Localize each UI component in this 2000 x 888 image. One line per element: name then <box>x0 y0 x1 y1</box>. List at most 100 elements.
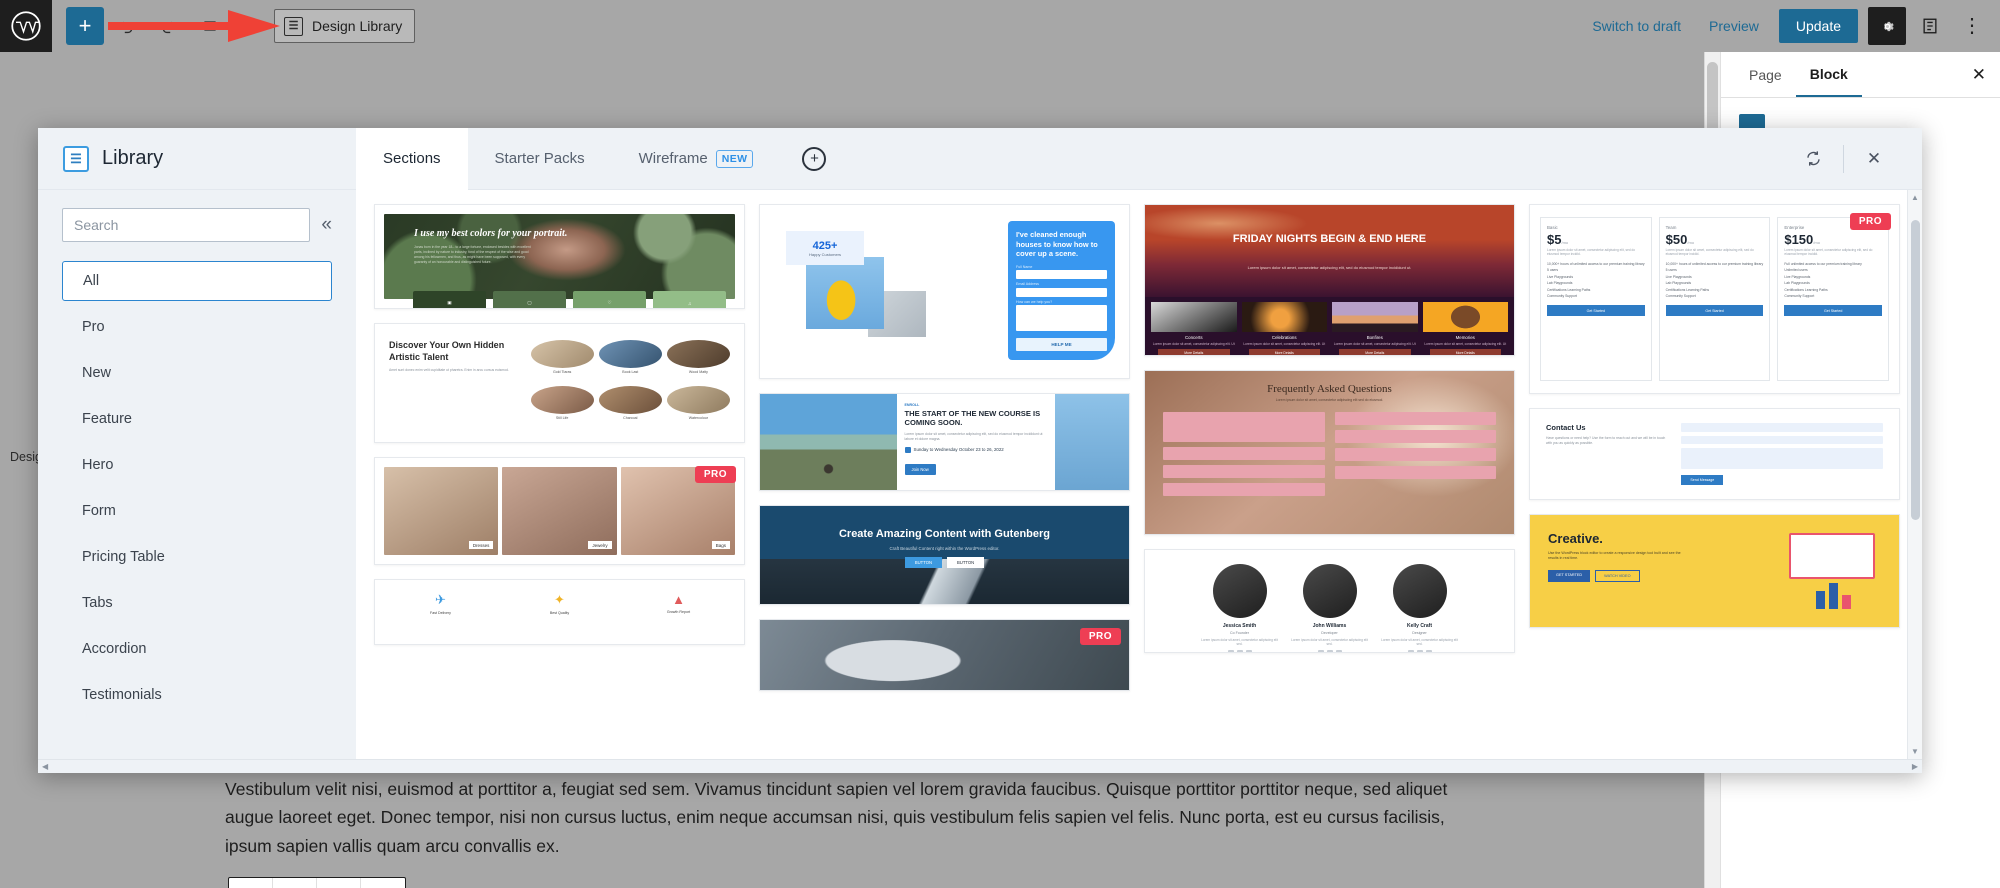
library-vertical-scrollbar[interactable]: ▲ ▼ <box>1907 190 1922 759</box>
sidebar-item-pro[interactable]: Pro <box>62 307 332 347</box>
faq-item[interactable] <box>1334 412 1496 425</box>
modal-close-icon[interactable]: ✕ <box>1852 137 1896 181</box>
block-more-options-icon[interactable] <box>361 878 405 888</box>
card-artistic-talent[interactable]: Discover Your Own Hidden Artistic Talent… <box>374 323 745 443</box>
search-input[interactable] <box>62 208 311 242</box>
social-icon[interactable] <box>1236 650 1243 652</box>
add-tab-plus-icon[interactable]: + <box>802 146 827 171</box>
scroll-up-arrow[interactable]: ▲ <box>1908 193 1922 202</box>
preview-button[interactable]: Preview <box>1695 10 1773 42</box>
card-faq[interactable]: Frequently Asked Questions Lorem ipsum d… <box>1144 370 1515 535</box>
faq-item[interactable] <box>1163 447 1325 460</box>
sidebar-item-feature[interactable]: Feature <box>62 399 332 439</box>
switch-to-draft-button[interactable]: Switch to draft <box>1578 10 1695 42</box>
sidebar-item-accordion[interactable]: Accordion <box>62 629 332 669</box>
team-member-2[interactable]: John Williams Developer Lorem ipsum dolo… <box>1291 564 1369 652</box>
card-creative-agency[interactable]: Creative. Use the WordPress block editor… <box>1529 514 1900 628</box>
editor-paragraph-block[interactable]: Vestibulum velit nisi, euismod at portti… <box>225 775 1465 860</box>
card-pricing-table[interactable]: PRO Basic $5/mo Lorem ipsum dolor sit am… <box>1529 204 1900 394</box>
plan-button[interactable]: Get Started <box>1665 305 1764 317</box>
concert-item-celebrations[interactable]: Celebrations Lorem ipsum dolor sit amet,… <box>1241 302 1327 355</box>
card-cleaning-service-form[interactable]: 425+ Happy Customers I've cleaned enough… <box>759 204 1130 379</box>
gutenberg-button-2[interactable]: BUTTON <box>947 557 985 569</box>
faq-item[interactable] <box>1334 466 1496 479</box>
add-block-button[interactable]: + <box>66 7 104 45</box>
gutenberg-button-1[interactable]: BUTTON <box>904 557 942 569</box>
pricing-plan-enterprise[interactable]: Enterprise $150/mo Lorem ipsum dolor sit… <box>1777 217 1890 381</box>
artistic-thumb-2[interactable]: Book Last <box>598 340 662 381</box>
sidebar-item-new[interactable]: New <box>62 353 332 393</box>
chip-bridal[interactable]: ♡ Bridal <box>573 291 646 308</box>
join-now-button[interactable]: Join Now <box>904 463 936 475</box>
tab-wireframe[interactable]: Wireframe NEW <box>612 128 781 190</box>
social-icon[interactable] <box>1227 650 1234 652</box>
plan-button[interactable]: Get Started <box>1547 305 1645 317</box>
sidebar-item-testimonials[interactable]: Testimonials <box>62 675 332 715</box>
faq-item[interactable] <box>1163 465 1325 478</box>
plan-button[interactable]: Get Started <box>1784 305 1883 317</box>
tab-sections[interactable]: Sections <box>356 127 468 191</box>
sidebar-item-form[interactable]: Form <box>62 491 332 531</box>
scroll-down-arrow[interactable]: ▼ <box>1908 747 1922 756</box>
social-icon[interactable] <box>1335 650 1342 652</box>
feature-item-2[interactable]: ✦ Best Quality <box>504 592 615 632</box>
contact-field-name[interactable] <box>1681 423 1883 432</box>
concert-item-concerts[interactable]: Concerts Lorem ipsum dolor sit amet, con… <box>1151 302 1237 355</box>
item-button[interactable]: More Details <box>1339 349 1411 355</box>
library-scroll-thumb[interactable] <box>1911 220 1920 520</box>
field-full-name[interactable] <box>1016 270 1107 280</box>
fashion-pane-1[interactable]: Dresses <box>384 467 499 555</box>
item-button[interactable]: More Details <box>1429 349 1501 355</box>
creative-button-secondary[interactable]: WATCH VIDEO <box>1595 569 1640 582</box>
pricing-plan-basic[interactable]: Basic $5/mo Lorem ipsum dolor sit amet, … <box>1540 217 1652 381</box>
wordpress-logo-button[interactable] <box>0 0 52 52</box>
social-icon[interactable] <box>1416 650 1423 652</box>
item-button[interactable]: More Details <box>1158 349 1230 355</box>
card-laptop-workspace[interactable]: PRO <box>759 619 1130 691</box>
card-portrait-photography-hero[interactable]: I use my best colors for your portrait. … <box>374 204 745 309</box>
hscroll-right-arrow[interactable]: ▶ <box>1912 762 1918 771</box>
field-message[interactable] <box>1016 305 1107 332</box>
tab-block[interactable]: Block <box>1795 53 1862 97</box>
sidebar-item-tabs[interactable]: Tabs <box>62 583 332 623</box>
sidebar-item-all[interactable]: All <box>62 261 332 301</box>
send-message-button[interactable]: Send Message <box>1681 475 1724 486</box>
sidebar-item-hero[interactable]: Hero <box>62 445 332 485</box>
astra-plugin-button[interactable] <box>1912 8 1948 44</box>
feature-item-1[interactable]: ✈ Fast Delivery <box>385 592 496 632</box>
chip-portfolio[interactable]: ▣ Portfolio <box>413 291 486 308</box>
field-email[interactable] <box>1016 287 1107 297</box>
card-icon-features[interactable]: ✈ Fast Delivery ✦ Best Quality ▲ Growth … <box>374 579 745 645</box>
more-options-button[interactable]: ⋮ <box>1954 8 1990 44</box>
feature-item-3[interactable]: ▲ Growth Report <box>623 592 734 632</box>
sync-icon[interactable] <box>1791 137 1835 181</box>
social-icon[interactable] <box>1317 650 1324 652</box>
pricing-plan-team[interactable]: Team $50/mo Lorem ipsum dolor sit amet, … <box>1658 217 1771 381</box>
item-button[interactable]: More Details <box>1248 349 1320 355</box>
artistic-thumb-1[interactable]: Gold Tiaras <box>530 340 594 381</box>
artistic-thumb-6[interactable]: Watercolour <box>666 385 730 427</box>
contact-field-message[interactable] <box>1681 448 1883 470</box>
social-icon[interactable] <box>1407 650 1414 652</box>
fashion-pane-2[interactable]: Jewelry <box>502 467 617 555</box>
contact-field-email[interactable] <box>1681 435 1883 445</box>
collapse-chevrons-icon[interactable]: « <box>321 214 332 236</box>
card-gutenberg-promo[interactable]: Create Amazing Content with Gutenberg Cr… <box>759 505 1130 605</box>
card-course-announcement[interactable]: ENROLL THE START OF THE NEW COURSE IS CO… <box>759 393 1130 491</box>
design-library-button[interactable]: ☰ Design Library <box>274 9 416 43</box>
faq-item[interactable] <box>1334 430 1496 443</box>
update-button[interactable]: Update <box>1778 9 1858 43</box>
faq-item[interactable] <box>1334 448 1496 461</box>
settings-gear-button[interactable] <box>1868 7 1906 45</box>
library-horizontal-scrollbar[interactable]: ◀ ▶ <box>38 759 1922 773</box>
social-icon[interactable] <box>1245 650 1252 652</box>
tab-page[interactable]: Page <box>1735 54 1796 96</box>
artistic-thumb-5[interactable]: Charcoal <box>598 385 662 427</box>
faq-item[interactable] <box>1163 412 1325 442</box>
concert-item-memories[interactable]: Memories Lorem ipsum dolor sit amet, con… <box>1422 302 1508 355</box>
social-icon[interactable] <box>1326 650 1333 652</box>
faq-item[interactable] <box>1163 483 1325 496</box>
social-icon[interactable] <box>1425 650 1432 652</box>
card-team-members[interactable]: Jessica Smith Co Founder Lorem ipsum dol… <box>1144 549 1515 653</box>
chip-weddings[interactable]: ▢ Weddings <box>493 291 566 308</box>
